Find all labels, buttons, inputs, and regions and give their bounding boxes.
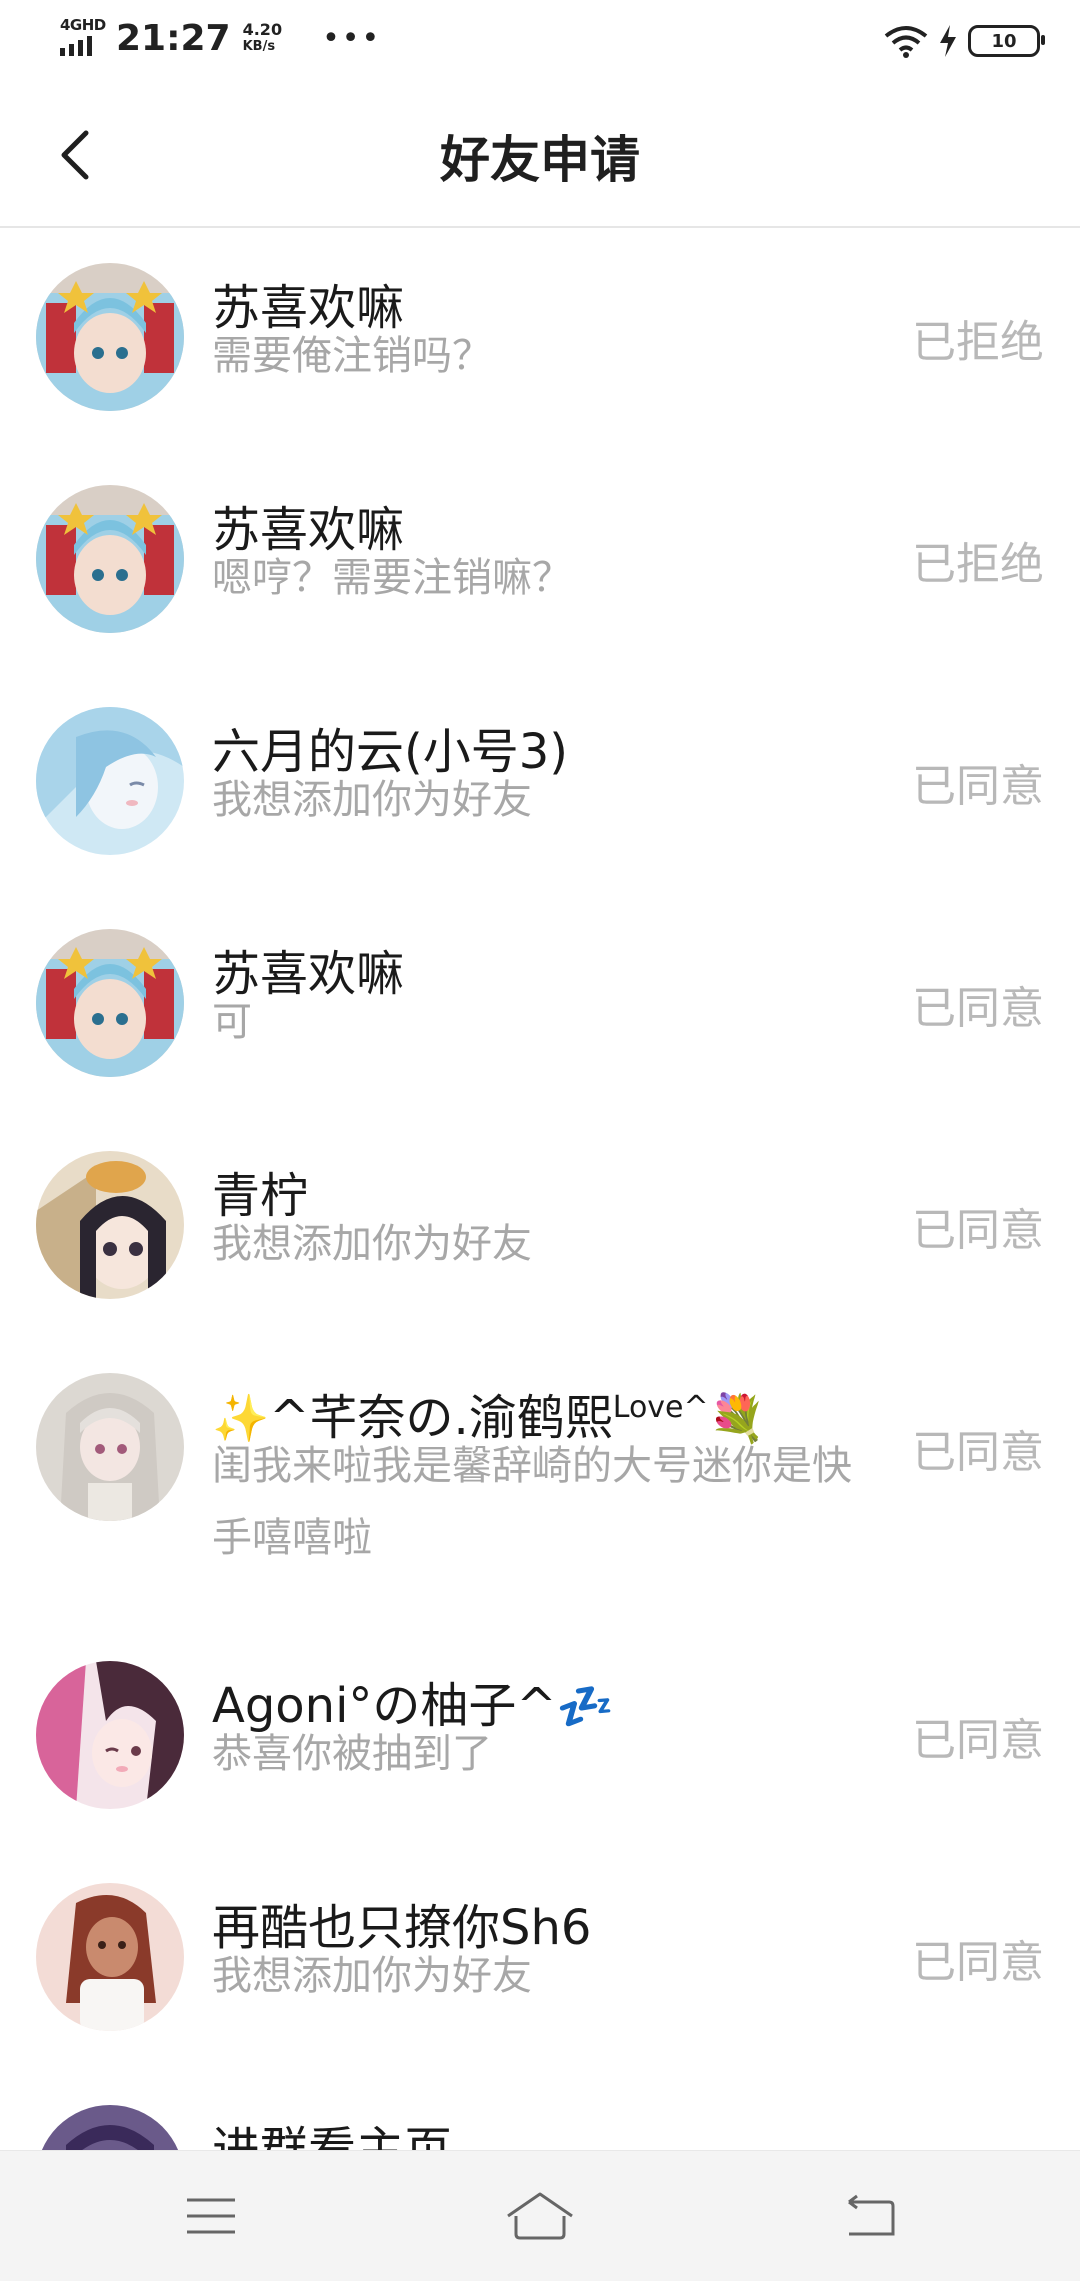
request-status: 已同意 [912, 1205, 1044, 1256]
request-status: 已同意 [912, 1715, 1044, 1766]
avatar[interactable] [36, 1373, 184, 1521]
request-message: 我想添加你为好友 [212, 1953, 532, 1999]
more-notifications: ••• [322, 20, 382, 56]
list-item[interactable]: 苏喜欢嘛 可 已同意 [0, 892, 1080, 1114]
menu-icon [187, 2198, 235, 2234]
list-item[interactable]: 再酷也只撩你Sh6 我想添加你为好友 已同意 [0, 1846, 1080, 2068]
avatar[interactable] [36, 1151, 184, 1299]
back-icon [848, 2194, 895, 2236]
request-message: 我想添加你为好友 [212, 777, 532, 823]
network-speed: 4.20 KB/s [242, 20, 283, 54]
request-status: 已拒绝 [912, 539, 1044, 590]
request-message: 嗯哼？需要注销嘛？ [212, 555, 572, 601]
request-message: 我想添加你为好友 [212, 1221, 532, 1267]
request-status: 已拒绝 [912, 317, 1044, 368]
list-item[interactable]: ✨^芊奈の.渝鹤熙Love^💐 闺我来啦我是馨辞崎的大号迷你是快手嘻嘻啦 已同意 [0, 1336, 1080, 1624]
list-item[interactable]: 苏喜欢嘛 需要俺注销吗？ 已拒绝 [0, 226, 1080, 448]
wifi-icon [884, 26, 928, 58]
charging-icon [940, 25, 956, 57]
request-name: 进群看主页 [212, 2122, 453, 2150]
avatar[interactable] [36, 1883, 184, 2031]
avatar[interactable] [36, 485, 184, 633]
request-status: 已同意 [912, 983, 1044, 1034]
list-item[interactable]: 苏喜欢嘛 嗯哼？需要注销嘛？ 已拒绝 [0, 448, 1080, 670]
request-message: 可 [212, 999, 252, 1045]
list-item[interactable]: Agoni°の柚子^💤 恭喜你被抽到了 已同意 [0, 1624, 1080, 1846]
system-nav-bar [0, 2150, 1080, 2281]
status-bar: 4GHD 21:27 4.20 KB/s ••• 10 [0, 0, 1080, 84]
menu-button[interactable] [166, 2181, 256, 2251]
avatar[interactable] [36, 1661, 184, 1809]
request-message: 需要俺注销吗？ [212, 333, 492, 379]
signal-icon: 4GHD [58, 16, 106, 60]
network-type: 4GHD [60, 16, 106, 34]
home-button[interactable] [495, 2181, 585, 2251]
request-message: 闺我来啦我是馨辞崎的大号迷你是快手嘻嘻啦 [212, 1443, 852, 1561]
list-item[interactable]: 六月的云(小号3) 我想添加你为好友 已同意 [0, 670, 1080, 892]
request-status: 已同意 [912, 1427, 1044, 1478]
list-item[interactable]: 进群看主页 [0, 2068, 1080, 2150]
page-title: 好友申请 [440, 131, 640, 189]
avatar[interactable] [36, 2105, 184, 2150]
battery-level: 10 [991, 30, 1017, 52]
avatar[interactable] [36, 263, 184, 411]
nav-bar: 好友申请 [0, 84, 1080, 228]
request-message: 恭喜你被抽到了 [212, 1731, 492, 1777]
clock: 21:27 [116, 17, 231, 59]
battery-icon: 10 [968, 25, 1045, 57]
back-nav-button[interactable] [824, 2181, 914, 2251]
friend-request-list[interactable]: 苏喜欢嘛 需要俺注销吗？ 已拒绝 苏喜欢嘛 嗯哼？需要注销嘛？ 已拒绝 六月的云… [0, 226, 1080, 2150]
home-icon [507, 2192, 573, 2240]
request-status: 已同意 [912, 1937, 1044, 1988]
avatar[interactable] [36, 707, 184, 855]
list-item[interactable]: 青柠 我想添加你为好友 已同意 [0, 1114, 1080, 1336]
avatar[interactable] [36, 929, 184, 1077]
request-status: 已同意 [912, 761, 1044, 812]
